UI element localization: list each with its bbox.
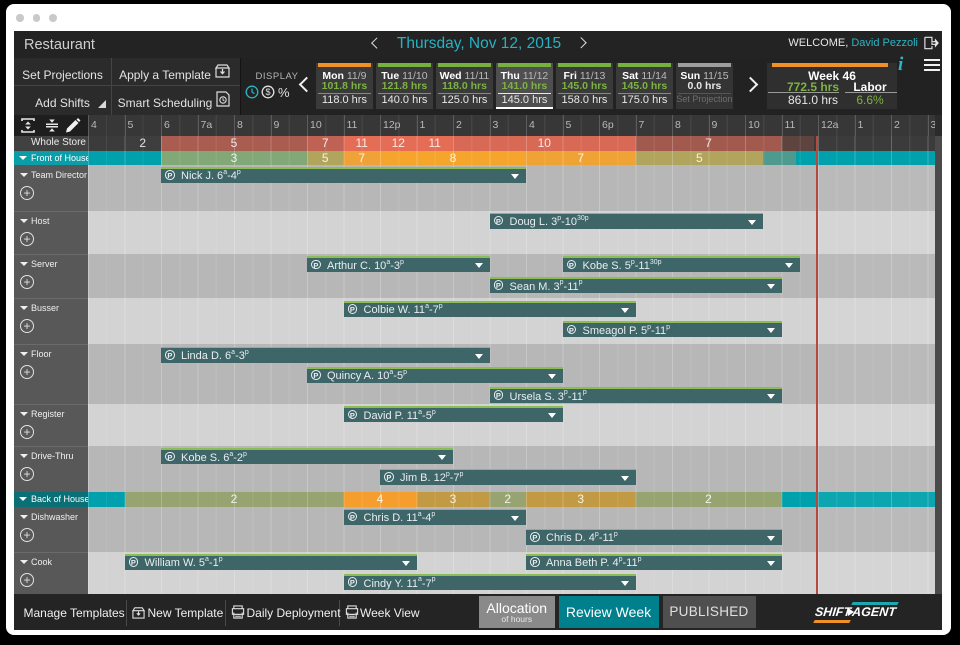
- svg-text:$: $: [265, 87, 270, 97]
